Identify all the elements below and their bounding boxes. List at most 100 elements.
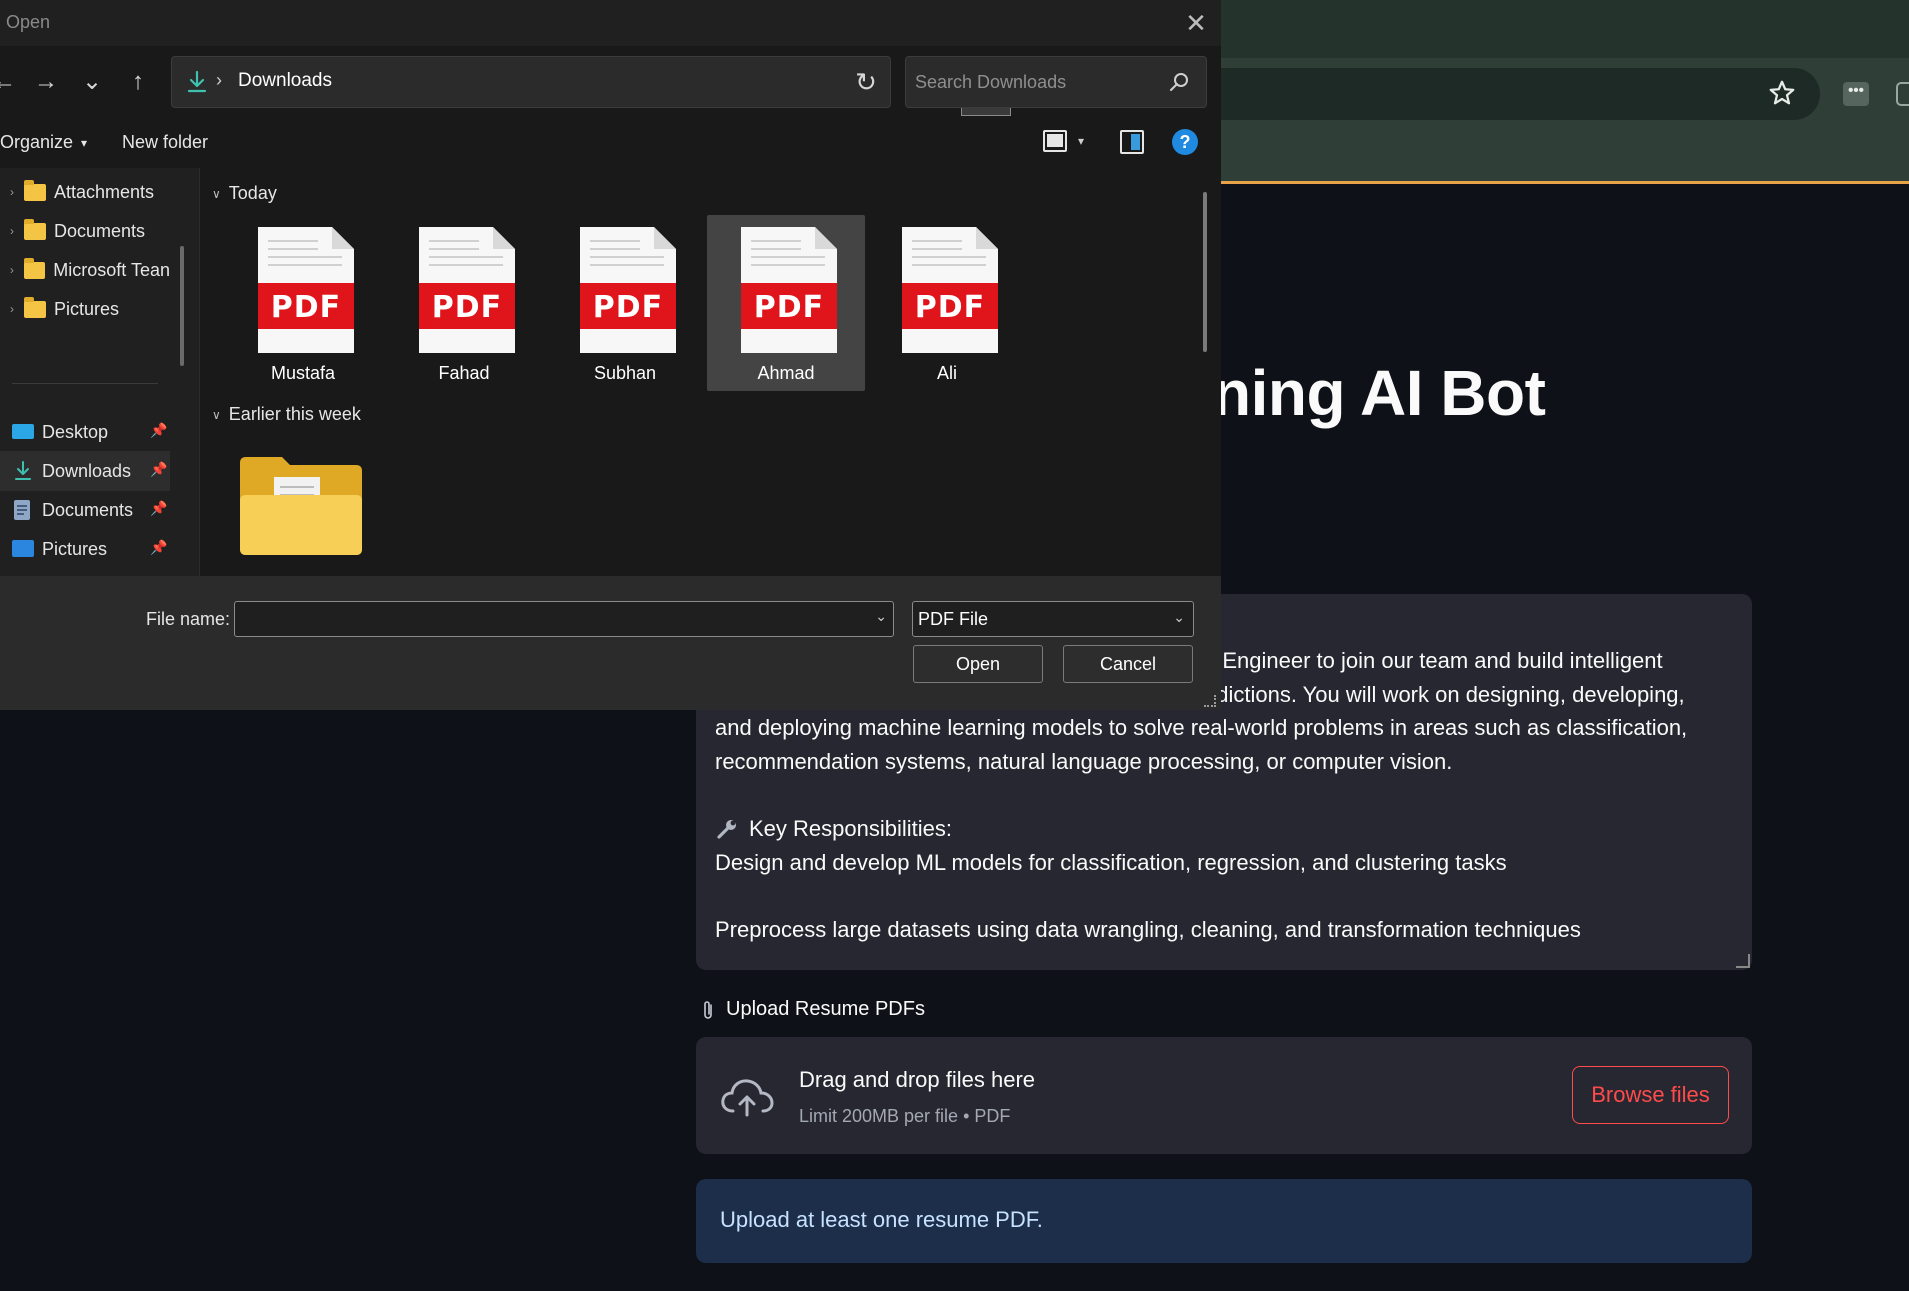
- dialog-navbar: ← → ⌄ ↑ › Downloads ⌄ ↻: [0, 46, 1221, 118]
- pdf-file-icon: PDF: [419, 227, 515, 353]
- bookmark-star-icon[interactable]: [1767, 78, 1797, 108]
- expand-chevron-icon[interactable]: ›: [0, 263, 24, 277]
- cloud-upload-icon: [721, 1079, 774, 1117]
- help-icon[interactable]: ?: [1172, 129, 1198, 155]
- chevron-down-icon: ▾: [81, 135, 88, 150]
- file-dropzone[interactable]: Drag and drop files here Limit 200MB per…: [696, 1037, 1752, 1154]
- pin-icon[interactable]: 📌: [150, 461, 167, 478]
- extension-icon[interactable]: [1896, 82, 1909, 106]
- nav-tree-item-pictures[interactable]: › Pictures: [0, 289, 170, 329]
- folder-icon: [24, 179, 46, 201]
- nav-pane-scrollbar[interactable]: [180, 246, 184, 366]
- jd-text-line: edictions. You will work on designing, d…: [1204, 682, 1685, 707]
- nav-item-label: Microsoft Tean: [53, 259, 170, 280]
- file-name-combobox[interactable]: ⌄: [234, 601, 894, 637]
- dialog-titlebar[interactable]: Open ✕: [0, 0, 1221, 46]
- pdf-badge-label: PDF: [271, 290, 341, 325]
- nav-item-label: Downloads: [42, 460, 132, 481]
- group-header-today[interactable]: ∨ Today: [212, 183, 277, 204]
- jd-heading: Key Responsibilities:: [715, 816, 952, 842]
- view-options-chevron-icon[interactable]: ▾: [1078, 134, 1084, 148]
- file-name: Mustafa: [270, 363, 336, 383]
- page-title: ning AI Bot: [1212, 357, 1546, 429]
- file-name-label: File name:: [146, 609, 231, 629]
- nav-item-label: Desktop: [42, 421, 109, 442]
- file-name: Fahad: [438, 363, 490, 383]
- jd-text-line: and deploying machine learning models to…: [715, 715, 1688, 740]
- pdf-file-icon: PDF: [741, 227, 837, 353]
- jd-text-line: Preprocess large datasets using data wra…: [715, 917, 1581, 942]
- group-header-earlier-this-week[interactable]: ∨ Earlier this week: [212, 404, 361, 425]
- pin-icon[interactable]: 📌: [150, 500, 167, 517]
- quick-access-desktop[interactable]: Desktop 📌: [0, 412, 170, 452]
- jd-heading-text: Key Responsibilities:: [749, 816, 952, 841]
- nav-tree-item-attachments[interactable]: › Attachments: [0, 172, 170, 212]
- forward-icon[interactable]: →: [30, 66, 62, 98]
- dropzone-title: Drag and drop files here: [799, 1067, 1036, 1092]
- nav-tree-item-microsoft-teams[interactable]: › Microsoft Tean: [0, 250, 170, 290]
- cancel-button[interactable]: Cancel: [1063, 645, 1193, 683]
- address-bar[interactable]: [1180, 68, 1820, 120]
- extensions-icon[interactable]: •••: [1843, 82, 1869, 106]
- file-type-select[interactable]: PDF File ⌄: [912, 601, 1194, 637]
- pdf-badge-label: PDF: [432, 290, 502, 325]
- quick-access-pictures[interactable]: Pictures 📌: [0, 529, 170, 569]
- group-header-label: Today: [228, 183, 277, 203]
- documents-icon: [14, 500, 30, 520]
- organize-label: Organize: [0, 132, 74, 152]
- file-item[interactable]: PDF Ali: [868, 215, 1026, 391]
- file-list: ∨ Today PDF Mustafa PDF Fahad PDF Subhan PDF Ah…: [199, 168, 1221, 576]
- expand-chevron-icon[interactable]: ›: [0, 224, 24, 238]
- file-item[interactable]: PDF Subhan: [546, 215, 704, 391]
- browse-files-button[interactable]: Browse files: [1572, 1066, 1729, 1124]
- folder-icon[interactable]: [236, 453, 366, 558]
- nav-item-label: Attachments: [54, 181, 155, 202]
- organize-menu-button[interactable]: Organize ▾: [0, 132, 87, 153]
- chevron-down-icon: ⌄: [1173, 609, 1185, 625]
- open-file-dialog: Open ✕ ← → ⌄ ↑ › Downloads ⌄ ↻ Organize: [0, 0, 1221, 710]
- file-item[interactable]: PDF Mustafa: [224, 215, 382, 391]
- back-icon[interactable]: ←: [0, 66, 20, 98]
- desktop-icon: [12, 424, 34, 439]
- file-item[interactable]: PDF Fahad: [385, 215, 543, 391]
- new-folder-button[interactable]: New folder: [122, 132, 208, 153]
- jd-text-line: Design and develop ML models for classif…: [715, 850, 1507, 875]
- refresh-icon[interactable]: ↻: [850, 66, 882, 98]
- file-name: Ali: [936, 363, 957, 383]
- file-name: Subhan: [593, 363, 657, 383]
- nav-divider: [12, 383, 158, 384]
- recent-locations-icon[interactable]: ⌄: [76, 66, 108, 98]
- downloads-icon: [187, 70, 207, 93]
- folder-path-bar[interactable]: › Downloads ⌄: [171, 56, 1011, 116]
- file-name-input[interactable]: [243, 607, 843, 631]
- up-folder-icon[interactable]: ↑: [122, 66, 154, 98]
- file-list-scrollbar[interactable]: [1203, 192, 1207, 352]
- nav-tree-item-documents[interactable]: › Documents: [0, 211, 170, 251]
- preview-pane-icon[interactable]: [1120, 130, 1144, 154]
- close-icon[interactable]: ✕: [1183, 10, 1209, 36]
- expand-chevron-icon[interactable]: ›: [0, 185, 24, 199]
- file-item[interactable]: PDF Ahmad: [707, 215, 865, 391]
- jd-text-line: g Engineer to join our team and build in…: [1204, 648, 1663, 673]
- quick-access-documents[interactable]: Documents 📌: [0, 490, 170, 530]
- nav-item-label: Documents: [54, 220, 146, 241]
- resize-grip[interactable]: [1204, 695, 1216, 707]
- path-segment-downloads[interactable]: Downloads: [238, 70, 332, 92]
- chevron-down-icon[interactable]: ⌄: [875, 608, 887, 625]
- pictures-icon: [12, 540, 34, 557]
- pdf-file-icon: PDF: [580, 227, 676, 353]
- pin-icon[interactable]: 📌: [150, 422, 167, 439]
- change-view-icon[interactable]: [1043, 130, 1067, 152]
- expand-chevron-icon[interactable]: ›: [0, 302, 24, 316]
- search-box[interactable]: [905, 56, 1207, 108]
- quick-access-downloads[interactable]: Downloads 📌: [0, 451, 170, 491]
- search-icon[interactable]: [1168, 71, 1190, 93]
- open-button[interactable]: Open: [913, 645, 1043, 683]
- path-separator: ›: [216, 70, 222, 90]
- collapse-chevron-icon: ∨: [212, 186, 221, 201]
- search-input[interactable]: [915, 69, 1155, 95]
- upload-label-text: Upload Resume PDFs: [726, 998, 925, 1020]
- folder-icon: [23, 257, 46, 279]
- pin-icon[interactable]: 📌: [150, 539, 167, 556]
- resize-handle[interactable]: [1736, 954, 1750, 968]
